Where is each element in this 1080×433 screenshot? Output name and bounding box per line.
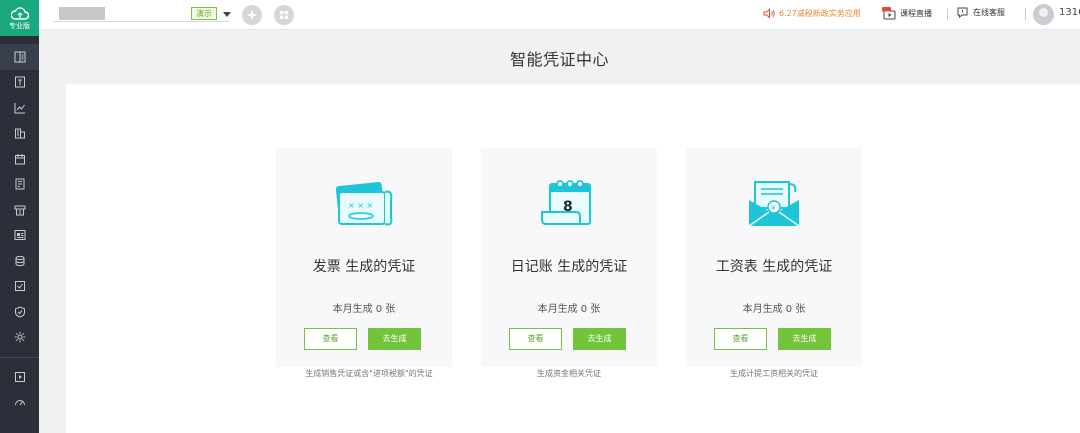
sidebar-item-assets[interactable] (0, 121, 39, 147)
avatar[interactable] (1033, 4, 1054, 25)
promo-link[interactable]: 6.27减税新政实务应用 (763, 8, 861, 19)
edition-label: 专业版 (9, 21, 30, 30)
generate-button[interactable]: 去生成 (778, 328, 831, 350)
user-account[interactable]: 1316 (1059, 7, 1080, 18)
app-logo[interactable]: 专业版 (0, 0, 39, 36)
sidebar-item-chart[interactable] (0, 95, 39, 121)
grid-icon (280, 11, 288, 19)
company-name-redacted[interactable] (59, 7, 105, 20)
report-icon (14, 230, 25, 241)
view-button[interactable]: 查看 (304, 328, 357, 350)
coins-icon (15, 255, 24, 266)
speaker-icon (763, 8, 775, 19)
sidebar-item-speed[interactable] (0, 390, 39, 416)
sidebar-item-funds[interactable] (0, 248, 39, 274)
card-title: 工资表 生成的凭证 (715, 259, 833, 275)
svg-text:× × ×: × × × (348, 201, 373, 210)
sidebar-item-report[interactable] (0, 223, 39, 249)
online-service-link[interactable]: 在线客服 (957, 7, 1005, 18)
sidebar-item-calendar[interactable] (0, 146, 39, 172)
topbar-divider (947, 8, 948, 20)
payroll-voucher-card: ¥ 工资表 生成的凭证 本月生成 0 张 查看 去生成 (686, 148, 862, 367)
calendar-illustration-icon: 8 (541, 180, 591, 225)
generate-button[interactable]: 去生成 (368, 328, 421, 350)
monthly-count: 本月生成 0 张 (742, 304, 806, 315)
ledger-icon (15, 178, 24, 190)
sidebar-item-voucher[interactable] (0, 44, 39, 70)
chart-icon (14, 102, 25, 114)
sidebar-item-invoice[interactable] (0, 70, 39, 96)
settings-icon (14, 332, 25, 343)
card-note: 生成资金相关凭证 (537, 369, 601, 378)
check-list-icon (14, 281, 25, 292)
card-title: 日记账 生成的凭证 (510, 259, 628, 275)
sidebar-item-ledger[interactable] (0, 172, 39, 198)
journal-voucher-card: 8 日记账 生成的凭证 本月生成 0 张 查看 去生成 (481, 148, 657, 367)
invoice-illustration-icon: × × × (335, 181, 393, 226)
chevron-down-icon[interactable] (223, 12, 231, 17)
shield-icon (14, 306, 25, 318)
monthly-count: 本月生成 0 张 (537, 304, 601, 315)
sidebar-divider (0, 357, 39, 358)
play-icon (14, 371, 25, 382)
sidebar-item-video[interactable] (0, 364, 39, 390)
tax-icon (14, 205, 25, 216)
tv-new-icon (882, 7, 896, 20)
building-icon (14, 128, 25, 139)
demo-badge: 演示 (191, 7, 217, 20)
monthly-count: 本月生成 0 张 (332, 304, 396, 315)
company-underline (53, 21, 229, 22)
gauge-icon (14, 400, 25, 406)
calendar-icon (14, 153, 25, 165)
svg-text:¥: ¥ (771, 204, 776, 212)
invoice-icon (14, 76, 25, 88)
sidebar-item-checkout[interactable] (0, 274, 39, 300)
top-bar: 演示 6.27减税新政实务应用 课程直播 在线客服 1316 (39, 0, 1080, 30)
card-note: 生成计提工资相关的凭证 (730, 369, 818, 378)
sidebar-item-tax[interactable] (0, 197, 39, 223)
sidebar: 专业版 (0, 0, 39, 433)
live-course-label[interactable]: 课程直播 (900, 8, 932, 19)
page-title: 智能凭证中心 (509, 50, 609, 69)
apps-button[interactable] (274, 5, 294, 25)
add-button[interactable] (242, 5, 262, 25)
voucher-icon (14, 51, 25, 63)
view-button[interactable]: 查看 (509, 328, 562, 350)
invoice-voucher-card: × × × 发票 生成的凭证 本月生成 0 张 查看 去生成 (276, 148, 452, 367)
plus-icon (248, 11, 256, 19)
view-button[interactable]: 查看 (714, 328, 767, 350)
sidebar-item-settings[interactable] (0, 325, 39, 351)
card-title: 发票 生成的凭证 (312, 259, 416, 275)
sidebar-item-security[interactable] (0, 299, 39, 325)
online-service-label[interactable]: 在线客服 (973, 7, 1005, 18)
generate-button[interactable]: 去生成 (573, 328, 626, 350)
topbar-divider (1025, 8, 1026, 20)
live-course-link[interactable]: 课程直播 (882, 7, 932, 20)
cloud-icon (10, 6, 29, 20)
promo-text[interactable]: 6.27减税新政实务应用 (779, 8, 861, 19)
salary-envelope-icon: ¥ (748, 181, 800, 227)
chat-icon (957, 7, 968, 18)
